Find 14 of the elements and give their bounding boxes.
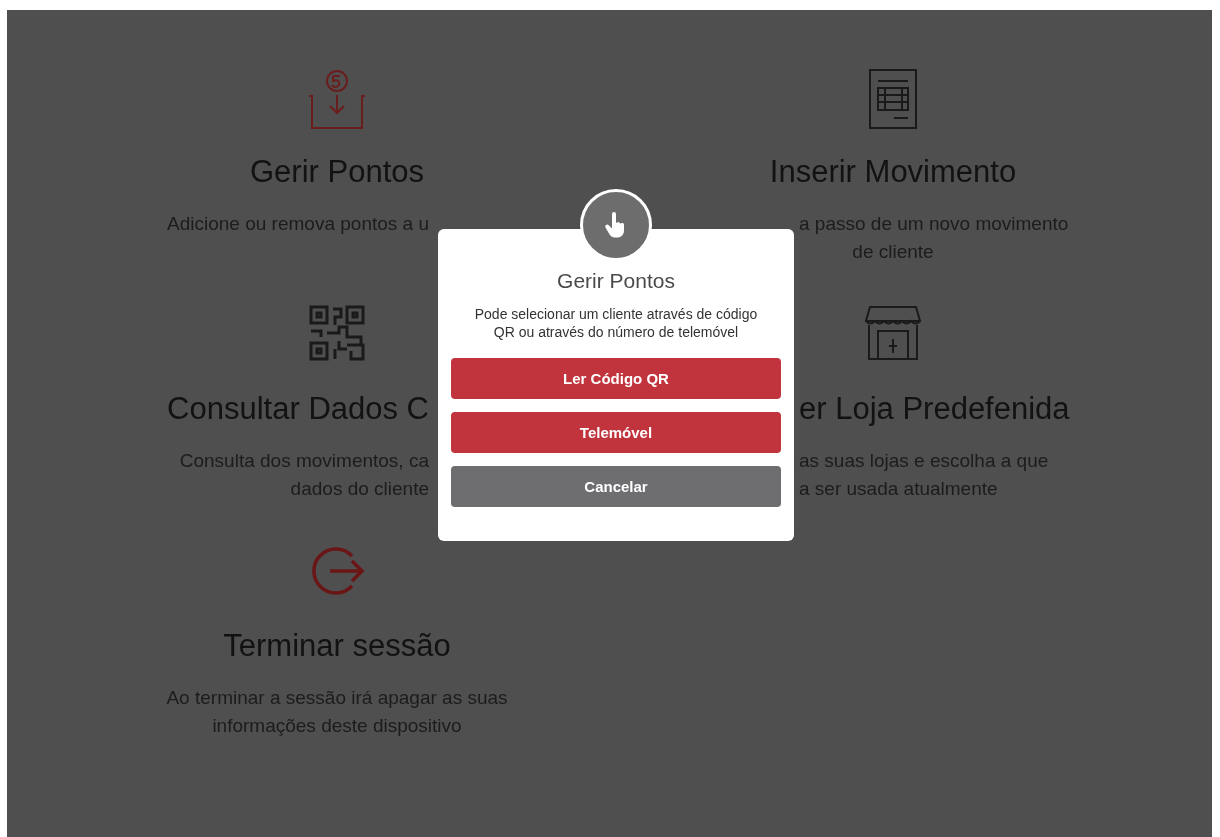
dialog-title: Gerir Pontos	[557, 269, 675, 293]
storefront-icon	[864, 305, 922, 361]
menu-title[interactable]: er Loja Predefenida	[799, 391, 1070, 426]
menu-title[interactable]: Gerir Pontos	[250, 154, 424, 189]
qr-code-icon	[309, 305, 365, 361]
menu-title[interactable]: Consultar Dados C	[167, 391, 429, 426]
menu-title[interactable]: Terminar sessão	[223, 628, 451, 663]
action-button[interactable]: Telemóvel	[451, 412, 781, 453]
coin-tray-icon	[306, 68, 368, 130]
menu-title[interactable]: Inserir Movimento	[769, 154, 1017, 189]
action-button[interactable]: Ler Código QR	[451, 358, 781, 399]
dialog-message: Pode selecionar um cliente através de código QR ou através do número de telemóvel	[473, 305, 759, 341]
cancel-button[interactable]: Cancelar	[451, 466, 781, 507]
document-icon	[868, 68, 918, 130]
